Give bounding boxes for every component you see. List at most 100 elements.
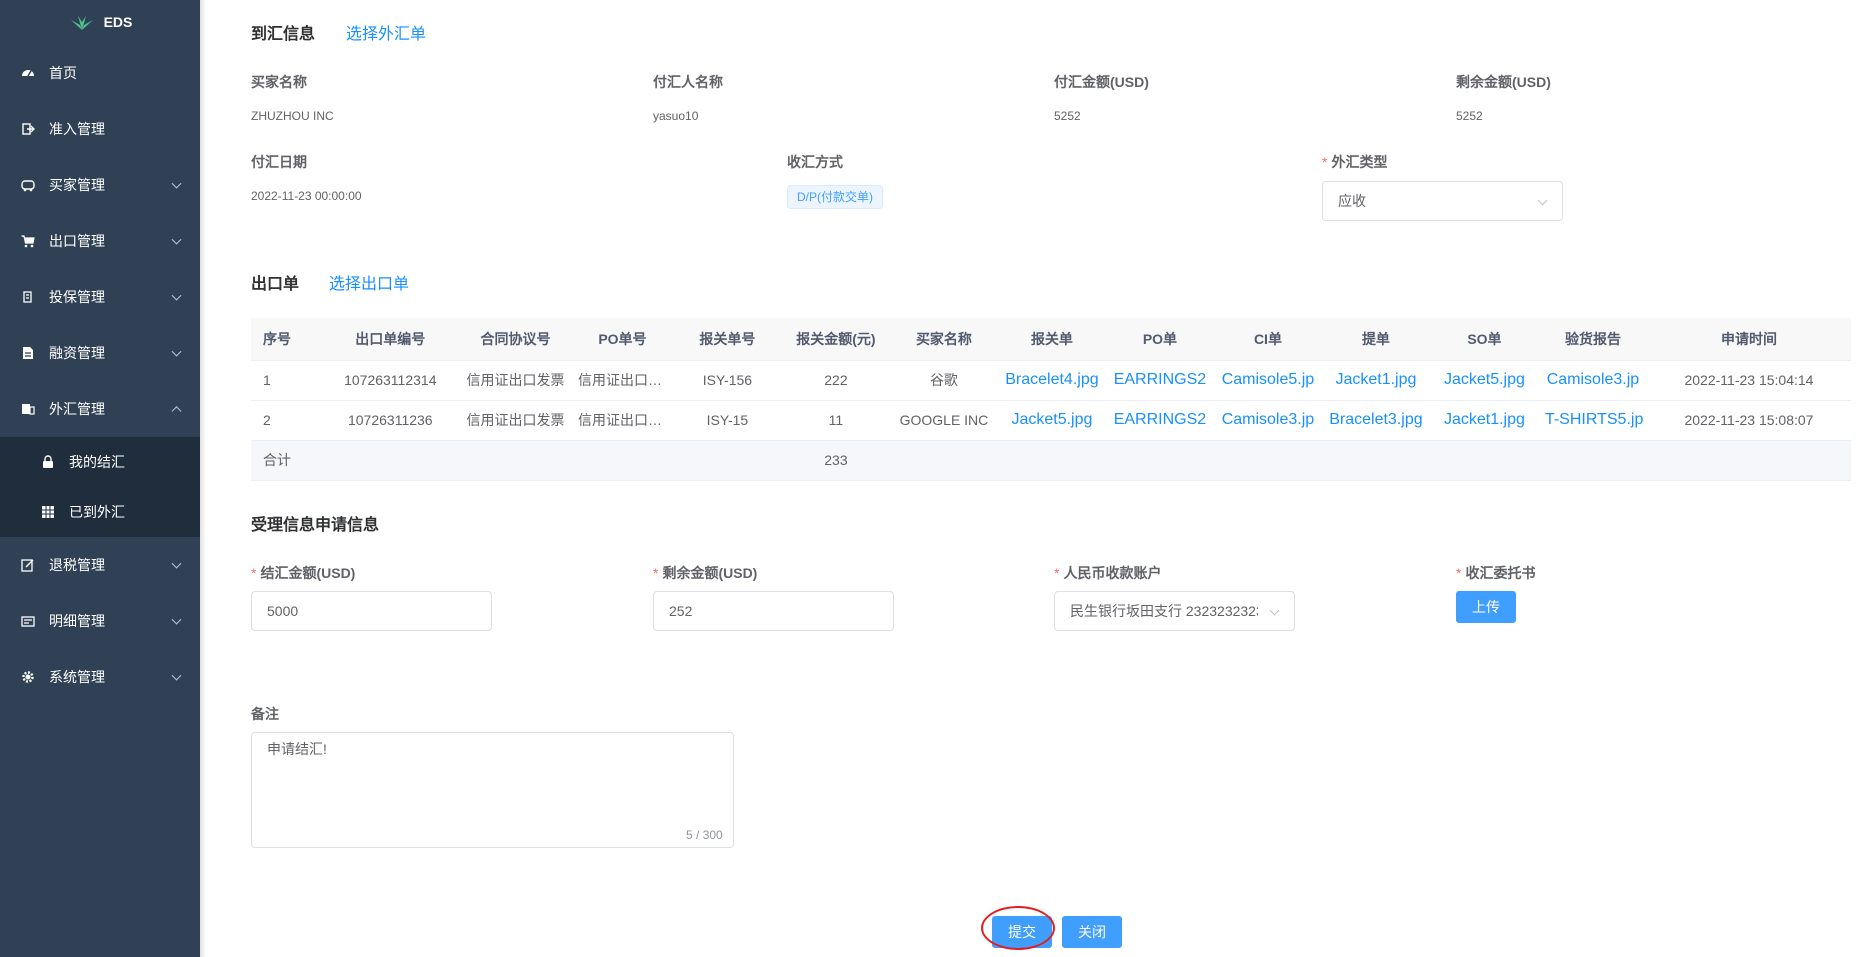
file-link[interactable]: Jacket1.jpg [1429,400,1539,441]
file-link[interactable]: EARRINGS2 [1105,400,1214,441]
table-cell: 谷歌 [889,360,998,401]
logo[interactable]: EDS [0,0,200,44]
sidebar-item-label: 我的结汇 [69,454,125,470]
remark-label: 备注 [251,706,279,722]
payer-name-value: yasuo10 [653,109,699,123]
sidebar-item-export[interactable]: 出口管理 [0,213,200,269]
file-link[interactable]: Jacket5.jpg [1429,360,1539,401]
table-header: 验货报告 [1538,318,1647,361]
chevron-down-icon [171,290,182,301]
table-header: 报关金额(元) [781,318,890,361]
finance-icon [20,345,36,361]
remit-date-label: 付汇日期 [251,154,307,170]
sidebar-item-buyer[interactable]: 买家管理 [0,157,200,213]
grid-icon [40,504,56,520]
sidebar: EDS 首页 准入管理 买家管理 出口管理 投保管理 融资管理 外汇管理 我的结… [0,0,200,957]
sidebar-item-access[interactable]: 准入管理 [0,101,200,157]
remark-counter: 5 / 300 [686,828,723,842]
file-link[interactable]: Camisole3.jp [1213,400,1322,441]
remit-date-value: 2022-11-23 00:00:00 [251,189,362,203]
rmb-account-label: * 人民币收款账户 [1054,565,1162,581]
table-summary-row: 合计 233 [251,440,1851,481]
detail-icon [20,613,36,629]
logo-icon [70,16,93,30]
forex-type-select[interactable]: 应收 [1322,181,1563,221]
export-table: 序号 出口单编号 合同协议号 PO单号 报关单号 报关金额(元) 买家名称 报关… [251,318,1851,481]
sidebar-item-label: 已到外汇 [69,504,125,520]
file-link[interactable]: Bracelet4.jpg [997,360,1106,401]
required-mark: * [1322,154,1328,170]
remit-amount-label: 付汇金额(USD) [1054,74,1149,90]
sidebar-item-label: 明细管理 [49,613,105,629]
file-link[interactable]: Jacket1.jpg [1321,360,1430,401]
dashboard-icon [20,65,36,81]
file-link[interactable]: Jacket5.jpg [997,400,1106,441]
table-cell: 2022-11-23 15:04:14 [1646,360,1851,401]
buyer-name-value: ZHUZHOU INC [251,109,334,123]
table-cell: ISY-156 [672,360,782,401]
table-row: 1 107263112314 信用证出口发票 信用证出口单号 ISY-156 2… [251,360,1851,401]
sidebar-item-finance[interactable]: 融资管理 [0,325,200,381]
sidebar-item-forex[interactable]: 外汇管理 [0,381,200,437]
file-link[interactable]: Bracelet3.jpg [1321,400,1430,441]
sidebar-item-detail[interactable]: 明细管理 [0,593,200,649]
sidebar-item-label: 首页 [49,65,77,81]
upload-button[interactable]: 上传 [1456,591,1516,623]
select-remittance-link[interactable]: 选择外汇单 [346,20,426,44]
summary-total: 233 [781,440,890,481]
submit-button[interactable]: 提交 [992,916,1052,948]
required-mark: * [1054,565,1060,581]
lock-icon [40,454,56,470]
remittance-title: 到汇信息 [251,26,316,43]
file-link[interactable]: Camisole5.jp [1213,360,1322,401]
sidebar-shadow [200,0,206,957]
table-header: 买家名称 [889,318,998,361]
table-row: 2 10726311236 信用证出口发票 信用证出口单号 ISY-15 11 … [251,400,1851,441]
apply-remain-input[interactable] [653,591,894,631]
table-header: PO单 [1105,318,1214,361]
remark-textarea[interactable]: 申请结汇! [251,732,734,848]
buyer-icon [20,177,36,193]
insure-icon [20,289,36,305]
table-cell: 2022-11-23 15:08:07 [1646,400,1851,441]
buyer-name-label: 买家名称 [251,74,307,90]
sidebar-item-label: 准入管理 [49,121,105,137]
sidebar-item-system[interactable]: 系统管理 [0,649,200,705]
apply-title: 受理信息申请信息 [251,517,380,534]
table-header: CI单 [1213,318,1322,361]
forex-submenu: 我的结汇 已到外汇 [0,437,200,537]
file-link[interactable]: T-SHIRTS5.jp [1538,400,1647,441]
logo-text: EDS [103,14,133,30]
chevron-down-icon [171,558,182,569]
settle-amount-input[interactable] [251,591,492,631]
table-cell: 信用证出口发票 [458,360,572,401]
required-mark: * [251,565,257,581]
main-content: 到汇信息 选择外汇单 买家名称 ZHUZHOU INC 付汇人名称 yasuo1… [251,0,1851,957]
select-export-link[interactable]: 选择出口单 [329,270,409,294]
sidebar-item-insure[interactable]: 投保管理 [0,269,200,325]
chevron-up-icon [171,406,182,417]
table-header: 报关单号 [672,318,782,361]
file-link[interactable]: EARRINGS2 [1105,360,1214,401]
table-header-row: 序号 出口单编号 合同协议号 PO单号 报关单号 报关金额(元) 买家名称 报关… [251,318,1851,361]
close-button[interactable]: 关闭 [1062,916,1122,948]
rmb-account-select[interactable]: 民生银行坂田支行 2323232323 [1054,591,1295,631]
sidebar-item-home[interactable]: 首页 [0,45,200,101]
table-cell: 11 [781,400,890,441]
cart-icon [20,233,36,249]
chevron-down-icon [171,234,182,245]
sidebar-item-label: 买家管理 [49,177,105,193]
chevron-down-icon [171,670,182,681]
table-header: 报关单 [997,318,1106,361]
gear-icon [20,669,36,685]
file-link[interactable]: Camisole3.jp [1538,360,1647,401]
sidebar-item-label: 融资管理 [49,345,105,361]
sidebar-item-my-settlement[interactable]: 我的结汇 [0,437,200,487]
remain-amount-value: 5252 [1456,109,1483,123]
table-cell: 222 [781,360,890,401]
table-header: 提单 [1321,318,1430,361]
chevron-down-icon [171,178,182,189]
table-cell: ISY-15 [672,400,782,441]
sidebar-item-received-forex[interactable]: 已到外汇 [0,487,200,537]
sidebar-item-tax[interactable]: 退税管理 [0,537,200,593]
